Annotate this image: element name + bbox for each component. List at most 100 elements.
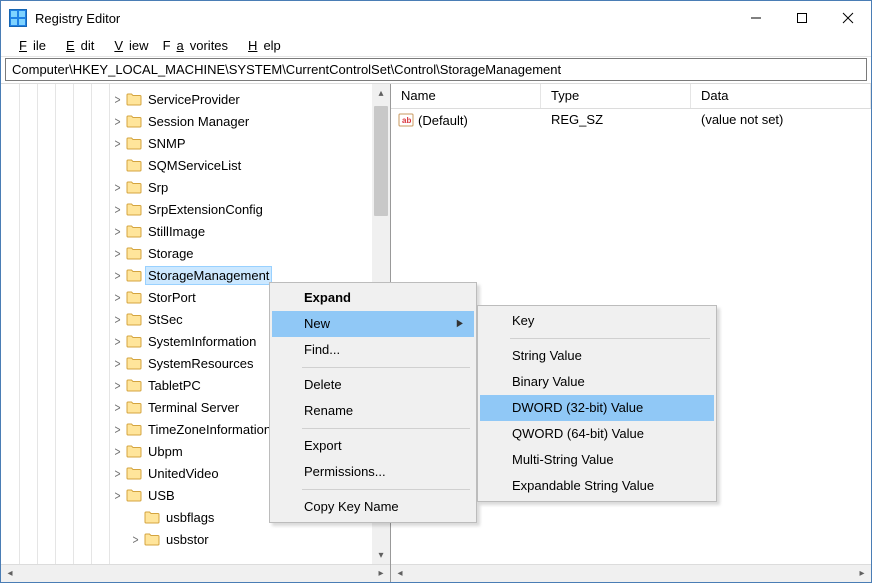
expand-icon[interactable]: > <box>112 444 122 459</box>
expand-icon[interactable]: > <box>112 378 122 393</box>
menu-help[interactable]: Help <box>236 36 287 55</box>
tree-item-label: StorageManagement <box>146 267 271 284</box>
folder-icon <box>126 422 142 436</box>
expand-icon[interactable]: > <box>112 488 122 503</box>
tree-item-label: Srp <box>146 179 170 196</box>
string-value-icon: ab <box>398 112 414 128</box>
tree-item[interactable]: > ServiceProvider <box>111 88 390 110</box>
ctx-new-binary[interactable]: Binary Value <box>480 369 714 395</box>
scroll-up-icon[interactable]: ▴ <box>372 84 390 102</box>
registry-editor-window: Registry Editor File Edit View Favorites… <box>0 0 872 583</box>
minimize-button[interactable] <box>733 3 779 33</box>
tree-item-label: TabletPC <box>146 377 203 394</box>
ctx-new-key[interactable]: Key <box>480 308 714 334</box>
tree-horizontal-scrollbar[interactable]: ◂ ▸ <box>1 564 390 582</box>
folder-icon <box>126 180 142 194</box>
expand-icon[interactable]: > <box>112 466 122 481</box>
tree-item-label: SrpExtensionConfig <box>146 201 265 218</box>
menu-view[interactable]: View <box>102 36 154 55</box>
context-menu: Expand New ▶ Find... Delete Rename Expor… <box>269 282 477 523</box>
ctx-find[interactable]: Find... <box>272 337 474 363</box>
menu-edit[interactable]: Edit <box>54 36 100 55</box>
tree-item-label: SQMServiceList <box>146 157 243 174</box>
ctx-separator <box>302 428 470 429</box>
expand-icon[interactable]: > <box>112 312 122 327</box>
tree-item-label: SNMP <box>146 135 188 152</box>
folder-icon <box>126 202 142 216</box>
regedit-icon <box>9 9 27 27</box>
expand-icon[interactable]: > <box>112 92 122 107</box>
scroll-left-icon[interactable]: ◂ <box>1 565 19 583</box>
folder-icon <box>144 510 160 524</box>
context-submenu-new: Key String Value Binary Value DWORD (32-… <box>477 305 717 502</box>
tree-item-label: usbstor <box>164 531 211 548</box>
tree-item-label: Session Manager <box>146 113 251 130</box>
value-data: (value not set) <box>691 112 871 128</box>
tree-item-label: Terminal Server <box>146 399 241 416</box>
scroll-down-icon[interactable]: ▾ <box>372 546 390 564</box>
expand-icon[interactable]: > <box>112 246 122 261</box>
tree-item-label: UnitedVideo <box>146 465 221 482</box>
menu-bar: File Edit View Favorites Help <box>1 35 871 57</box>
close-button[interactable] <box>825 3 871 33</box>
ctx-new-dword[interactable]: DWORD (32-bit) Value <box>480 395 714 421</box>
title-bar: Registry Editor <box>1 1 871 35</box>
ctx-new-qword[interactable]: QWORD (64-bit) Value <box>480 421 714 447</box>
ctx-copy-key-name[interactable]: Copy Key Name <box>272 494 474 520</box>
scroll-right-icon[interactable]: ▸ <box>372 565 390 583</box>
ctx-expand[interactable]: Expand <box>272 285 474 311</box>
ctx-rename[interactable]: Rename <box>272 398 474 424</box>
maximize-button[interactable] <box>779 3 825 33</box>
tree-item[interactable]: > SNMP <box>111 132 390 154</box>
menu-favorites[interactable]: Favorites <box>157 36 234 55</box>
expand-icon[interactable]: > <box>112 356 122 371</box>
tree-item[interactable]: > SrpExtensionConfig <box>111 198 390 220</box>
ctx-permissions[interactable]: Permissions... <box>272 459 474 485</box>
address-bar[interactable]: Computer\HKEY_LOCAL_MACHINE\SYSTEM\Curre… <box>5 58 867 81</box>
tree-item[interactable]: > Srp <box>111 176 390 198</box>
folder-icon <box>126 378 142 392</box>
scroll-left-icon[interactable]: ◂ <box>391 565 409 583</box>
ctx-new-string[interactable]: String Value <box>480 343 714 369</box>
expand-icon[interactable]: > <box>112 180 122 195</box>
expand-icon[interactable]: > <box>112 334 122 349</box>
tree-item[interactable]: > Storage <box>111 242 390 264</box>
tree-item-label: Storage <box>146 245 196 262</box>
tree-item[interactable]: > Session Manager <box>111 110 390 132</box>
expand-icon[interactable]: > <box>112 224 122 239</box>
expand-icon[interactable]: > <box>112 400 122 415</box>
tree-item[interactable]: SQMServiceList <box>111 154 390 176</box>
folder-icon <box>126 224 142 238</box>
ctx-separator <box>302 489 470 490</box>
menu-file[interactable]: File <box>7 36 52 55</box>
scroll-thumb[interactable] <box>374 106 388 216</box>
ctx-new[interactable]: New ▶ <box>272 311 474 337</box>
ctx-new-label: New <box>304 316 330 331</box>
expand-icon[interactable]: > <box>130 532 140 547</box>
tree-item[interactable]: > StillImage <box>111 220 390 242</box>
ctx-delete[interactable]: Delete <box>272 372 474 398</box>
tree-item-label: ServiceProvider <box>146 91 242 108</box>
ctx-export[interactable]: Export <box>272 433 474 459</box>
expand-icon[interactable]: > <box>112 268 122 283</box>
folder-icon <box>126 136 142 150</box>
expand-icon[interactable]: > <box>112 422 122 437</box>
value-row[interactable]: ab (Default) REG_SZ (value not set) <box>391 109 871 131</box>
folder-icon <box>144 532 160 546</box>
column-header-type[interactable]: Type <box>541 84 691 108</box>
tree-item-label: StillImage <box>146 223 207 240</box>
expand-icon[interactable]: > <box>112 202 122 217</box>
expand-icon[interactable]: > <box>112 290 122 305</box>
expand-icon[interactable]: > <box>112 136 122 151</box>
scroll-right-icon[interactable]: ▸ <box>853 565 871 583</box>
column-header-name[interactable]: Name <box>391 84 541 108</box>
column-header-data[interactable]: Data <box>691 84 871 108</box>
ctx-new-multi-string[interactable]: Multi-String Value <box>480 447 714 473</box>
window-title: Registry Editor <box>35 11 120 26</box>
tree-item[interactable]: > usbstor <box>111 528 390 550</box>
expand-icon[interactable]: > <box>112 114 122 129</box>
ctx-new-expandable-string[interactable]: Expandable String Value <box>480 473 714 499</box>
list-horizontal-scrollbar[interactable]: ◂ ▸ <box>391 564 871 582</box>
folder-icon <box>126 158 142 172</box>
tree-item-label: USB <box>146 487 177 504</box>
